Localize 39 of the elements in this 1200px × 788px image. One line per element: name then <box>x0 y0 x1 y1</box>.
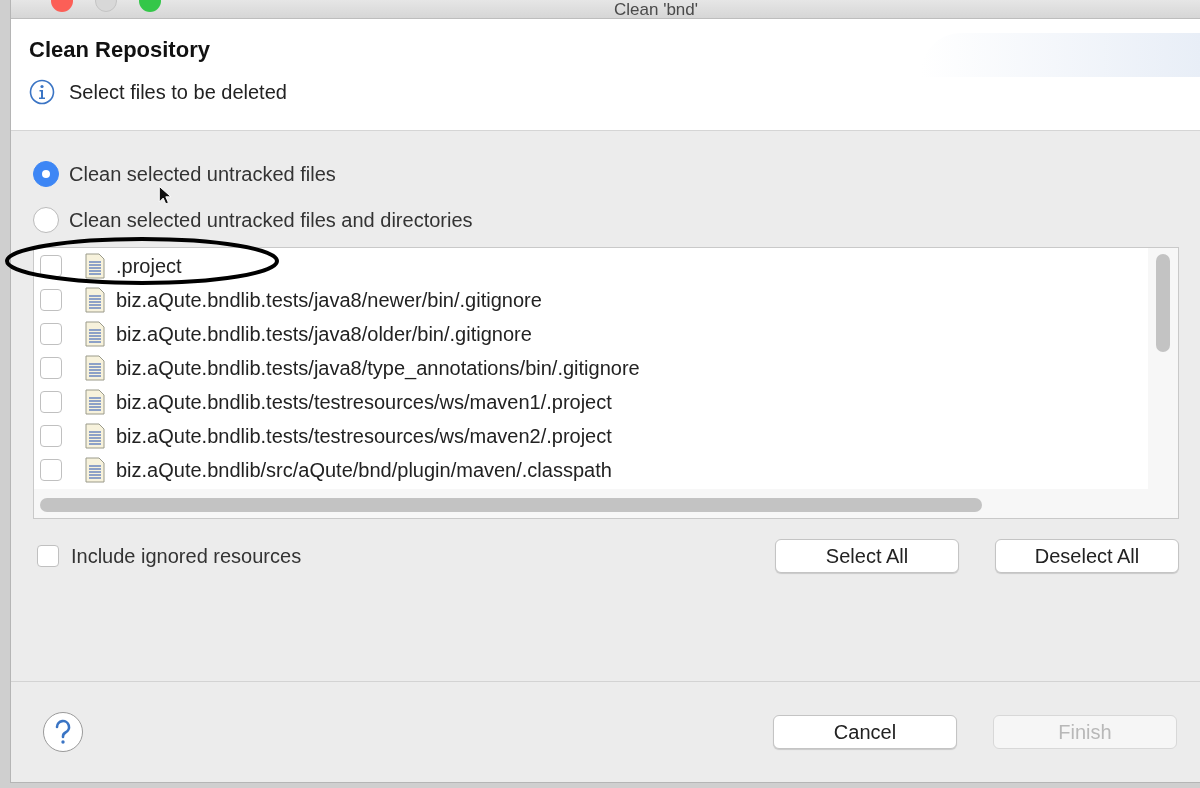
radio-label[interactable]: Clean selected untracked files <box>69 162 336 186</box>
radio-label[interactable]: Clean selected untracked files and directories <box>69 208 473 232</box>
window-title: Clean 'bnd' <box>614 1 698 18</box>
file-icon <box>84 355 106 381</box>
help-icon <box>53 719 73 745</box>
checkbox[interactable] <box>40 357 62 379</box>
file-icon <box>84 287 106 313</box>
file-path[interactable]: biz.aQute.bndlib.tests/java8/older/bin/.gitignore <box>116 322 532 346</box>
file-icon <box>84 321 106 347</box>
deselect-all-button[interactable]: Deselect All <box>995 539 1179 573</box>
checkbox[interactable] <box>40 425 62 447</box>
cancel-button[interactable]: Cancel <box>773 715 957 749</box>
help-button[interactable] <box>43 712 83 752</box>
dialog-title: Clean Repository <box>29 37 210 63</box>
vertical-scrollbar[interactable] <box>1156 254 1170 352</box>
file-path[interactable]: biz.aQute.bndlib/src/aQute/bnd/plugin/maven/.classpath <box>116 458 612 482</box>
file-path[interactable]: biz.aQute.bndlib.tests/testresources/ws/maven1/.project <box>116 390 612 414</box>
file-path[interactable]: biz.aQute.bndlib.tests/testresources/ws/maven2/.project <box>116 424 612 448</box>
select-all-button[interactable]: Select All <box>775 539 959 573</box>
cursor-icon <box>158 185 171 206</box>
file-icon <box>84 457 106 483</box>
checkbox[interactable] <box>40 255 62 277</box>
checkbox[interactable] <box>40 289 62 311</box>
file-icon <box>84 253 106 279</box>
file-icon <box>84 423 106 449</box>
checkbox-label[interactable]: Include ignored resources <box>71 544 302 568</box>
dialog-message: Select files to be deleted <box>69 80 287 104</box>
radio-button[interactable] <box>33 161 59 187</box>
checkbox[interactable] <box>40 391 62 413</box>
file-path[interactable]: .project <box>116 254 182 278</box>
checkbox[interactable] <box>40 459 62 481</box>
horizontal-scrollbar[interactable] <box>40 498 982 512</box>
radio-button[interactable] <box>33 207 59 233</box>
checkbox[interactable] <box>37 545 59 567</box>
file-path[interactable]: biz.aQute.bndlib.tests/java8/type_annotations/bin/.gitignore <box>116 356 640 380</box>
checkbox[interactable] <box>40 323 62 345</box>
file-path[interactable]: biz.aQute.bndlib.tests/java8/newer/bin/.gitignore <box>116 288 542 312</box>
file-icon <box>84 389 106 415</box>
info-icon <box>29 79 55 105</box>
